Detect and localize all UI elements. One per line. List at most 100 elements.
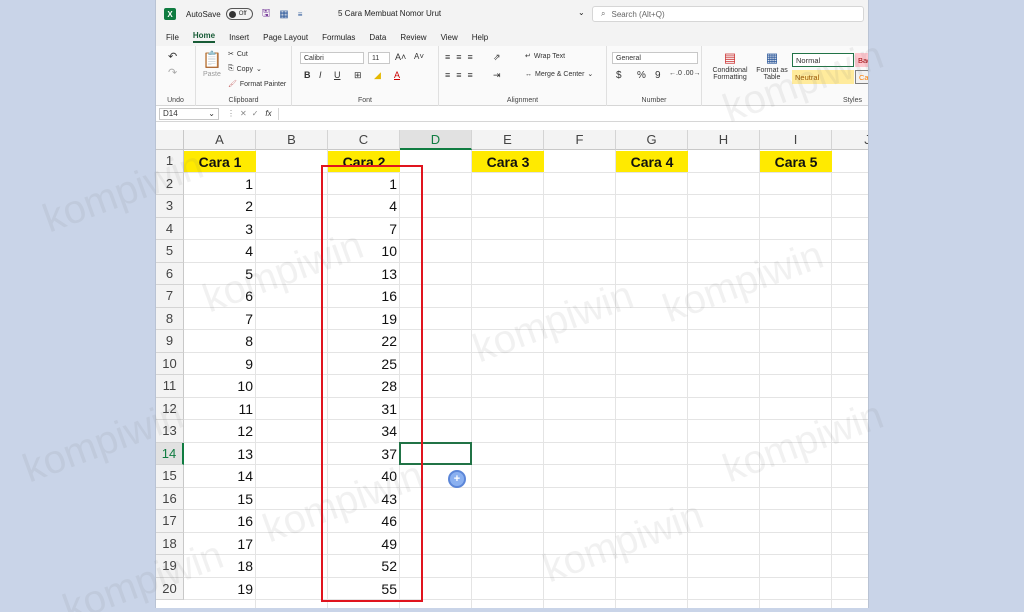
italic-button[interactable]: I	[319, 70, 322, 80]
undo-icon[interactable]: ↶	[168, 50, 177, 63]
comma-button[interactable]: 9	[655, 70, 661, 81]
save-icon[interactable]: 🖫	[262, 6, 271, 23]
row-header-1[interactable]: 1	[156, 150, 184, 173]
cell-a3[interactable]: 2	[184, 195, 256, 218]
tab-home[interactable]: Home	[192, 31, 216, 43]
vertical-align-icons[interactable]: ≡≡≡	[445, 52, 479, 62]
decimal-icons[interactable]: ←.0 .00→	[669, 70, 701, 77]
row-header-2[interactable]: 2	[156, 172, 184, 195]
font-name-select[interactable]: Calibri	[300, 52, 364, 64]
tab-insert[interactable]: Insert	[229, 33, 249, 42]
name-box[interactable]: D14 ⌄	[159, 107, 219, 120]
cell-a10[interactable]: 9	[184, 353, 256, 376]
cell-a14[interactable]: 13	[184, 443, 256, 466]
row-header-10[interactable]: 10	[156, 352, 184, 375]
merge-center-button[interactable]: ↔ Merge & Center ⌄	[525, 70, 593, 79]
column-header-c[interactable]: C	[328, 130, 400, 150]
indent-icon[interactable]: ⇥	[493, 70, 501, 81]
cell-a15[interactable]: 14	[184, 465, 256, 488]
row-header-15[interactable]: 15	[156, 465, 184, 488]
cell-a6[interactable]: 5	[184, 263, 256, 286]
tab-view[interactable]: View	[441, 33, 458, 42]
currency-button[interactable]: $	[616, 70, 622, 81]
decrease-font-icon[interactable]: A˅	[414, 52, 424, 61]
fill-color-icon[interactable]: ◢	[374, 70, 381, 81]
tab-review[interactable]: Review	[400, 33, 426, 42]
column-header-b[interactable]: B	[256, 130, 328, 150]
select-all-corner[interactable]	[156, 130, 184, 150]
cell-a20[interactable]: 19	[184, 578, 256, 601]
column-header-j[interactable]: J	[832, 130, 868, 150]
cell-a18[interactable]: 17	[184, 533, 256, 556]
tab-file[interactable]: File	[166, 33, 179, 42]
font-color-icon[interactable]: A	[394, 70, 400, 80]
row-header-19[interactable]: 19	[156, 555, 184, 578]
row-header-7[interactable]: 7	[156, 285, 184, 308]
style-bad[interactable]: Bad	[855, 53, 868, 67]
cut-button[interactable]: ✂ Cut	[228, 50, 248, 59]
number-format-select[interactable]: General	[612, 52, 698, 64]
tab-help[interactable]: Help	[472, 33, 488, 42]
cell-a16[interactable]: 15	[184, 488, 256, 511]
style-calculation[interactable]: Cal	[855, 70, 868, 84]
column-header-a[interactable]: A	[184, 130, 256, 150]
column-header-e[interactable]: E	[472, 130, 544, 150]
autosave-toggle[interactable]: Off	[225, 8, 253, 20]
font-size-select[interactable]: 11	[368, 52, 390, 64]
row-header-18[interactable]: 18	[156, 532, 184, 555]
header-cell-i1[interactable]: Cara 5	[760, 151, 832, 172]
cell-a19[interactable]: 18	[184, 555, 256, 578]
style-neutral[interactable]: Neutral	[792, 70, 854, 84]
column-header-f[interactable]: F	[544, 130, 616, 150]
row-header-8[interactable]: 8	[156, 307, 184, 330]
redo-icon[interactable]: ↷	[168, 66, 177, 79]
format-painter-button[interactable]: 🖌 Format Painter	[228, 80, 286, 89]
header-cell-e1[interactable]: Cara 3	[472, 151, 544, 172]
quick-access-icon[interactable]: ▦	[279, 9, 288, 20]
bold-button[interactable]: B	[304, 70, 311, 80]
orientation-icon[interactable]: ⇗	[493, 52, 501, 63]
fx-icon[interactable]: fx	[265, 109, 271, 118]
cell-a12[interactable]: 11	[184, 398, 256, 421]
horizontal-align-icons[interactable]: ≡≡≡	[445, 70, 479, 80]
copy-button[interactable]: ⎘ Copy ⌄	[228, 65, 262, 73]
row-header-12[interactable]: 12	[156, 397, 184, 420]
row-header-5[interactable]: 5	[156, 240, 184, 263]
column-header-d[interactable]: D	[400, 130, 472, 150]
cell-a5[interactable]: 4	[184, 240, 256, 263]
cell-a11[interactable]: 10	[184, 375, 256, 398]
cell-a8[interactable]: 7	[184, 308, 256, 331]
style-normal[interactable]: Normal	[792, 53, 854, 67]
column-header-i[interactable]: I	[760, 130, 832, 150]
cell-a4[interactable]: 3	[184, 218, 256, 241]
row-header-14[interactable]: 14	[156, 442, 184, 465]
row-header-16[interactable]: 16	[156, 487, 184, 510]
row-header-4[interactable]: 4	[156, 217, 184, 240]
column-header-h[interactable]: H	[688, 130, 760, 150]
cell-a9[interactable]: 8	[184, 330, 256, 353]
paste-button[interactable]: 📋 Paste	[202, 50, 222, 78]
increase-font-icon[interactable]: A˄	[395, 52, 406, 62]
cell-a13[interactable]: 12	[184, 420, 256, 443]
formula-input[interactable]	[278, 108, 868, 120]
wrap-text-button[interactable]: ↵ Wrap Text	[525, 52, 565, 61]
search-box[interactable]: ⌕ Search (Alt+Q)	[592, 6, 864, 22]
chevron-down-icon[interactable]: ⌄	[578, 8, 585, 17]
row-header-3[interactable]: 3	[156, 195, 184, 218]
row-header-20[interactable]: 20	[156, 577, 184, 600]
row-header-11[interactable]: 11	[156, 375, 184, 398]
borders-icon[interactable]: ⊞	[354, 70, 362, 81]
underline-button[interactable]: U	[334, 70, 341, 80]
header-cell-a1[interactable]: Cara 1	[184, 151, 256, 172]
tab-data[interactable]: Data	[369, 33, 386, 42]
tab-formulas[interactable]: Formulas	[322, 33, 355, 42]
customize-icon[interactable]: ≡	[298, 10, 303, 19]
cell-a17[interactable]: 16	[184, 510, 256, 533]
row-header-6[interactable]: 6	[156, 262, 184, 285]
conditional-formatting-button[interactable]: ▤ Conditional Formatting	[706, 50, 754, 81]
row-header-13[interactable]: 13	[156, 420, 184, 443]
format-as-table-button[interactable]: ▦ Format as Table	[752, 50, 792, 81]
row-header-9[interactable]: 9	[156, 330, 184, 353]
percent-button[interactable]: %	[637, 70, 646, 81]
column-header-g[interactable]: G	[616, 130, 688, 150]
